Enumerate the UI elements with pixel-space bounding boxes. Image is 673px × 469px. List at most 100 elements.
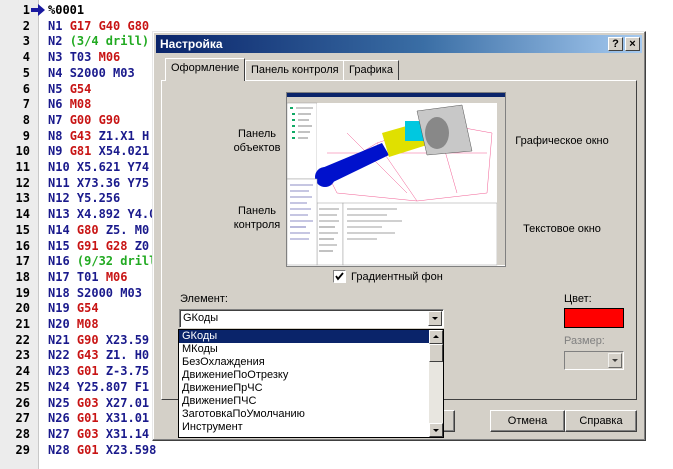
dropdown-option[interactable]: ДвижениеПоОтрезку xyxy=(179,369,443,382)
code-text: N9 G81 X54.021 xyxy=(48,143,149,159)
control-panel-label: Панель контроля xyxy=(233,205,281,231)
dialog-titlebar[interactable]: Настройка ? × xyxy=(156,35,642,53)
help-title-button[interactable]: ? xyxy=(608,37,623,51)
code-token: X31.01 xyxy=(105,411,150,426)
code-text: N13 X4.892 Y4.0 xyxy=(48,206,156,222)
chevron-down-icon[interactable] xyxy=(428,311,442,326)
code-text: N17 T01 M06 xyxy=(48,269,128,285)
code-text: N4 S2000 M03 xyxy=(48,65,135,81)
gradient-label[interactable]: Градиентный фон xyxy=(351,270,461,284)
dropdown-option[interactable]: ЗаготовкаПоУмолчанию xyxy=(179,408,443,421)
code-token: G54 xyxy=(69,81,92,96)
code-text: N24 Y25.807 F1 xyxy=(48,379,149,395)
color-swatch[interactable] xyxy=(564,308,624,328)
code-token: G43 xyxy=(76,348,106,363)
code-token: N1 xyxy=(48,18,70,33)
size-select[interactable] xyxy=(564,351,624,370)
tab-control-panel[interactable]: Панель контроля xyxy=(245,60,345,80)
code-token: N18 xyxy=(48,285,77,300)
help-button[interactable]: Справка xyxy=(565,410,637,432)
code-text: N22 G43 Z1. H0 xyxy=(48,347,149,363)
code-token: X54.021 xyxy=(98,144,150,159)
scroll-thumb[interactable] xyxy=(429,344,443,362)
code-token: N19 xyxy=(48,301,77,316)
code-token: N17 xyxy=(48,269,77,284)
code-token: X27.01 xyxy=(105,395,150,410)
dropdown-option[interactable]: GКоды xyxy=(179,330,430,343)
cancel-button[interactable]: Отмена xyxy=(490,410,565,432)
size-chevron-down-icon[interactable] xyxy=(608,353,622,368)
line-number: 16 xyxy=(15,238,30,253)
code-token: G17 G40 G80 xyxy=(69,18,150,33)
code-token: S2000 xyxy=(76,285,121,300)
code-token: Z0 xyxy=(134,238,150,253)
code-token: G80 xyxy=(76,222,106,237)
code-text: N26 G01 X31.01 xyxy=(48,410,149,426)
tab-graphics[interactable]: Графика xyxy=(343,60,399,80)
scroll-up-icon[interactable] xyxy=(429,330,443,344)
size-label: Размер: xyxy=(564,335,605,347)
element-select-value: GКоды xyxy=(183,312,219,324)
line-number: 6 xyxy=(22,81,30,96)
code-token: N21 xyxy=(48,332,77,347)
code-token: N26 xyxy=(48,411,77,426)
line-number: 5 xyxy=(22,65,30,80)
line-number: 4 xyxy=(22,50,30,65)
code-token: N9 xyxy=(48,144,70,159)
code-token: S2000 xyxy=(69,65,114,80)
dropdown-option[interactable]: ДвижениеПЧС xyxy=(179,395,443,408)
code-text: N2 (3/4 drill) xyxy=(48,33,149,49)
line-number: 26 xyxy=(15,395,30,410)
dropdown-option[interactable]: БезОхлаждения xyxy=(179,356,443,369)
line-number: 25 xyxy=(15,379,30,394)
element-dropdown-list[interactable]: GКоды MКоды БезОхлаждения ДвижениеПоОтрезку… xyxy=(178,329,444,438)
line-number: 27 xyxy=(15,411,30,426)
dropdown-scrollbar[interactable] xyxy=(429,330,443,437)
code-text: N14 G80 Z5. M0 xyxy=(48,222,149,238)
line-number: 7 xyxy=(22,97,30,112)
line-number: 10 xyxy=(15,144,30,159)
code-token: N27 xyxy=(48,426,77,441)
code-token: Y5.256 xyxy=(76,191,121,206)
code-token: X4.892 Y4.0 xyxy=(76,207,157,222)
close-button[interactable]: × xyxy=(625,37,640,51)
code-text: N16 (9/32 drill) xyxy=(48,253,164,269)
code-text: N27 G03 X31.14 xyxy=(48,426,149,442)
checkmark-icon xyxy=(335,272,344,281)
code-token: N16 xyxy=(48,254,77,269)
code-token: M08 xyxy=(76,317,99,331)
gradient-checkbox[interactable] xyxy=(333,270,346,283)
code-text: N19 G54 xyxy=(48,300,99,316)
element-select[interactable]: GКоды xyxy=(179,309,444,328)
code-text: N7 G00 G90 xyxy=(48,112,120,128)
line-number: 24 xyxy=(15,364,30,379)
code-token: N10 xyxy=(48,160,77,174)
tab-appearance[interactable]: Оформление xyxy=(165,58,246,81)
current-line-arrow-icon xyxy=(31,4,45,16)
code-text: N18 S2000 M03 xyxy=(48,285,142,301)
dropdown-option[interactable]: ДвижениеПрЧС xyxy=(179,382,443,395)
code-token: G00 G90 xyxy=(69,112,121,127)
code-text: N21 G90 X23.59 xyxy=(48,332,149,348)
line-number: 2 xyxy=(22,18,30,33)
code-token: G91 G28 xyxy=(76,238,135,253)
code-text: N12 Y5.256 xyxy=(48,190,120,206)
layout-preview-image xyxy=(286,92,506,267)
line-number: 3 xyxy=(22,34,30,49)
code-token: N25 xyxy=(48,395,77,410)
code-text: N20 M08 xyxy=(48,316,99,332)
code-token: N14 xyxy=(48,222,77,237)
dropdown-option[interactable]: Инструмент xyxy=(179,421,443,434)
scroll-down-icon[interactable] xyxy=(429,423,443,437)
element-options[interactable]: GКоды MКоды БезОхлаждения ДвижениеПоОтрезку… xyxy=(179,330,443,434)
line-number: 8 xyxy=(22,112,30,127)
code-token: N11 xyxy=(48,175,77,190)
code-token: M03 xyxy=(113,65,135,80)
dropdown-option[interactable]: MКоды xyxy=(179,343,443,356)
code-text: N6 M08 xyxy=(48,96,91,112)
code-token: N20 xyxy=(48,317,77,331)
code-token: G54 xyxy=(76,301,99,316)
code-token: N5 xyxy=(48,81,70,96)
code-token: G81 xyxy=(69,144,99,159)
code-token: G43 xyxy=(69,128,99,143)
